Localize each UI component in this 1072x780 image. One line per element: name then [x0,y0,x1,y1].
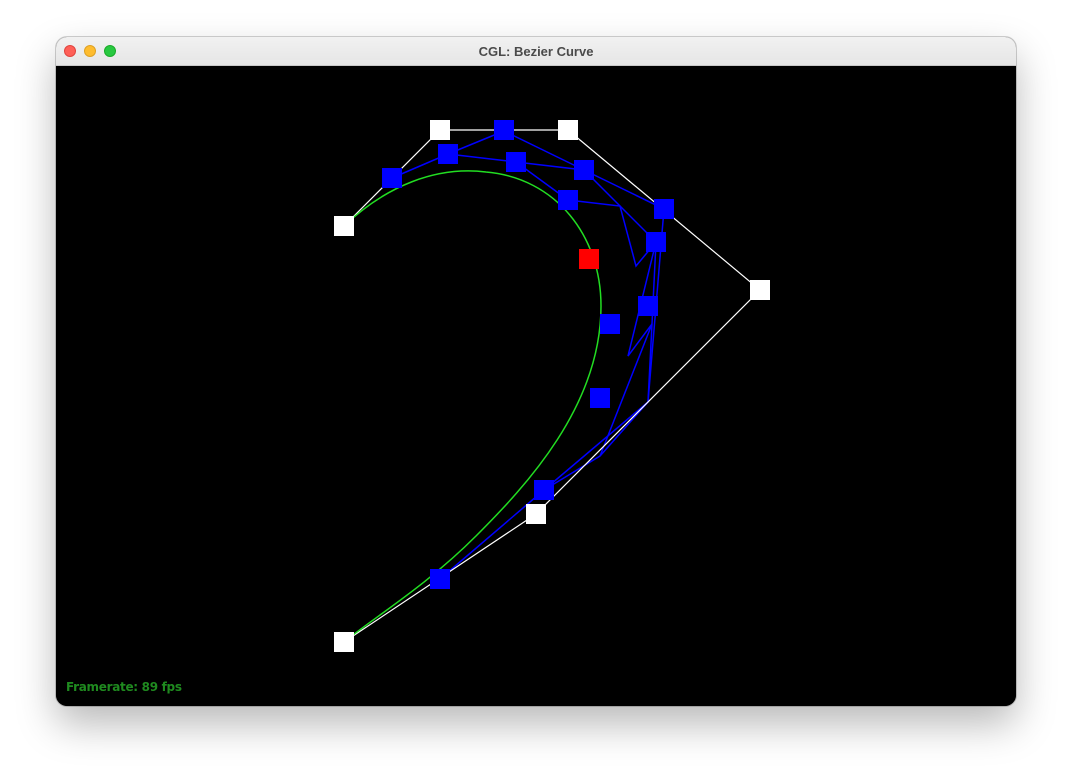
level3-intermediate-lines [515,161,657,457]
window-title: CGL: Bezier Curve [478,44,594,59]
evaluated-point [579,249,599,269]
intermediate-point [574,160,594,180]
intermediate-point [600,314,620,334]
control-point[interactable] [558,120,578,140]
control-point[interactable] [334,216,354,236]
intermediate-point [382,168,402,188]
framerate-readout: Framerate: 89 fps [66,680,182,694]
intermediate-point [506,152,526,172]
intermediate-point [654,199,674,219]
control-point[interactable] [750,280,770,300]
bezier-drawing [334,120,770,652]
intermediate-point [646,232,666,252]
bezier-curve [343,170,602,643]
intermediate-point [638,296,658,316]
control-polygon [343,129,761,643]
app-window: CGL: Bezier Curve Framerate: 89 fps [56,37,1016,706]
intermediate-point [494,120,514,140]
intermediate-point [558,190,578,210]
intermediate-point [438,144,458,164]
control-point[interactable] [526,504,546,524]
intermediate-point [534,480,554,500]
control-point[interactable] [334,632,354,652]
bezier-canvas[interactable]: Framerate: 89 fps [56,66,1016,706]
intermediate-point [590,388,610,408]
control-point[interactable] [430,120,450,140]
intermediate-point [430,569,450,589]
title-bar[interactable]: CGL: Bezier Curve [56,37,1016,66]
level2-intermediate-lines [447,153,657,491]
